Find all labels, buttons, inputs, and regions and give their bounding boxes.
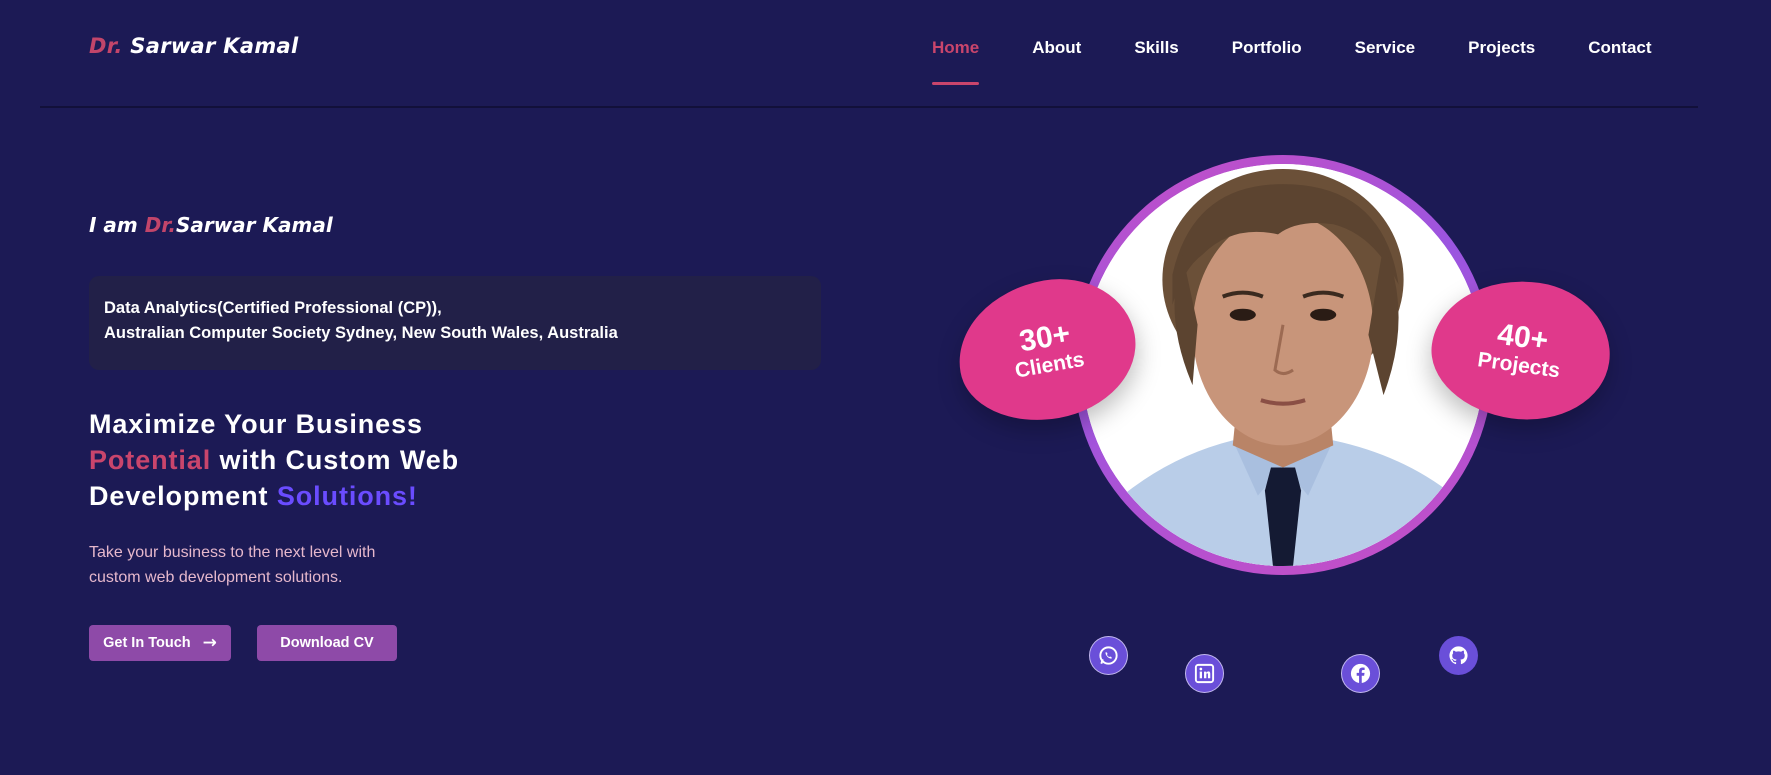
headline-part-3: Development: [89, 481, 277, 511]
intro-name: Sarwar Kamal: [175, 213, 333, 237]
credential-line-1: Data Analytics(Certified Professional (C…: [104, 299, 442, 317]
headline-part-2: with Custom Web: [211, 445, 460, 475]
intro-prefix: I am: [89, 213, 138, 237]
whatsapp-icon: [1099, 646, 1118, 665]
nav-link-projects[interactable]: Projects: [1468, 38, 1535, 58]
credential-line-2: Australian Computer Society Sydney, New …: [104, 324, 618, 342]
nav-link-home[interactable]: Home: [932, 38, 980, 85]
get-in-touch-label: Get In Touch: [103, 635, 191, 651]
headline-part-1: Maximize Your Business: [89, 409, 423, 439]
projects-label: Projects: [1476, 348, 1562, 383]
whatsapp-link[interactable]: [1089, 636, 1128, 675]
portrait-ring: [1073, 155, 1493, 575]
nav-links: Home About Skills Portfolio Service Proj…: [932, 38, 1705, 85]
nav-link-service[interactable]: Service: [1355, 38, 1416, 58]
hero-headline: Maximize Your Business Potential with Cu…: [89, 406, 459, 514]
download-cv-button[interactable]: Download CV: [257, 625, 397, 661]
nav-link-contact[interactable]: Contact: [1588, 38, 1651, 58]
hero-subtext: Take your business to the next level wit…: [89, 544, 376, 586]
intro-title: Dr.: [144, 213, 176, 237]
headline-highlight-potential: Potential: [89, 445, 212, 475]
get-in-touch-button[interactable]: Get In Touch →: [89, 625, 231, 661]
logo-name: Sarwar Kamal: [130, 34, 299, 58]
github-link[interactable]: [1439, 636, 1478, 675]
linkedin-link[interactable]: [1185, 654, 1224, 693]
arrow-right-icon: →: [202, 633, 217, 653]
nav-link-portfolio[interactable]: Portfolio: [1232, 38, 1302, 58]
credential-card: Data Analytics(Certified Professional (C…: [89, 276, 821, 370]
download-cv-label: Download CV: [280, 635, 374, 651]
navbar: Dr. Sarwar Kamal Home About Skills Portf…: [40, 0, 1698, 108]
nav-link-about[interactable]: About: [1032, 38, 1081, 58]
site-logo[interactable]: Dr. Sarwar Kamal: [89, 34, 298, 58]
linkedin-icon: [1194, 663, 1215, 684]
facebook-link[interactable]: [1341, 654, 1380, 693]
logo-prefix: Dr.: [89, 34, 123, 58]
github-icon: [1449, 646, 1468, 665]
nav-link-skills[interactable]: Skills: [1134, 38, 1178, 58]
intro-heading: I am Dr.Sarwar Kamal: [89, 213, 333, 237]
headline-highlight-solutions: Solutions!: [276, 481, 418, 511]
facebook-icon: [1350, 663, 1371, 684]
profile-photo: [1082, 164, 1484, 566]
